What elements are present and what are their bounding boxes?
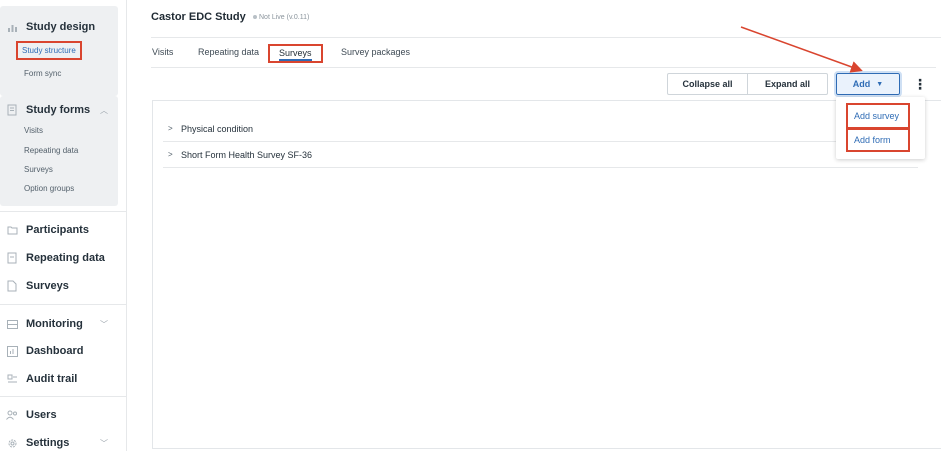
sidebar-subitem-option-groups[interactable]: Option groups bbox=[24, 184, 74, 193]
status-dot-icon bbox=[253, 15, 257, 20]
add-button-label: Add bbox=[852, 79, 871, 89]
sidebar-item-users[interactable]: Users bbox=[0, 404, 118, 426]
gear-icon bbox=[6, 437, 18, 449]
chevron-up-icon[interactable]: ︿ bbox=[100, 105, 108, 116]
sidebar-item-label: Audit trail bbox=[26, 373, 78, 385]
study-design-group: Study design Study structure Form sync bbox=[0, 6, 118, 96]
sidebar-item-repeating-data[interactable]: Repeating data bbox=[0, 247, 118, 269]
document-icon bbox=[6, 280, 18, 292]
folder-icon bbox=[6, 224, 18, 236]
survey-name: Short Form Health Survey SF-36 bbox=[181, 149, 313, 160]
sidebar-item-audit-trail[interactable]: Audit trail bbox=[0, 368, 118, 390]
tab-surveys[interactable]: Surveys bbox=[268, 44, 323, 63]
audit-icon bbox=[6, 373, 18, 385]
sidebar-item-label: Repeating data bbox=[26, 252, 105, 264]
sidebar-item-label: Settings bbox=[26, 437, 70, 449]
sidebar-item-participants[interactable]: Participants bbox=[0, 219, 118, 241]
sidebar-item-label: Study design bbox=[26, 21, 96, 33]
sidebar: Study design Study structure Form sync S… bbox=[0, 0, 127, 451]
bar-chart-icon bbox=[6, 21, 18, 33]
sidebar-item-study-design[interactable]: Study design bbox=[0, 16, 118, 38]
tab-label: Surveys bbox=[279, 48, 312, 61]
users-icon bbox=[6, 409, 18, 421]
sidebar-item-settings[interactable]: Settings ﹀ bbox=[0, 432, 118, 451]
divider bbox=[0, 396, 127, 397]
sidebar-item-label: Participants bbox=[26, 224, 89, 236]
list-item[interactable]: > Physical condition bbox=[163, 116, 918, 142]
sidebar-item-label: Dashboard bbox=[26, 345, 84, 357]
tab-repeating-data[interactable]: Repeating data bbox=[198, 47, 259, 57]
chevron-down-icon[interactable]: ﹀ bbox=[100, 319, 108, 330]
status-badge: Not Live (v.0.11) bbox=[253, 14, 309, 21]
chevron-down-icon: ▼ bbox=[876, 80, 884, 88]
collapse-all-button[interactable]: Collapse all bbox=[667, 73, 748, 95]
study-forms-group: Study forms ︿ Visits Repeating data Surv… bbox=[0, 96, 118, 206]
add-survey-menu-item[interactable]: Add survey bbox=[846, 103, 910, 129]
sidebar-item-label: Study forms bbox=[26, 104, 91, 116]
sidebar-item-monitoring[interactable]: Monitoring ﹀ bbox=[0, 313, 118, 335]
list-item[interactable]: > Short Form Health Survey SF-36 bbox=[163, 142, 918, 168]
divider bbox=[0, 304, 127, 305]
document-icon bbox=[6, 252, 18, 264]
expand-all-button[interactable]: Expand all bbox=[747, 73, 828, 95]
survey-name: Physical condition bbox=[181, 123, 254, 134]
sidebar-item-form-sync[interactable]: Form sync bbox=[24, 69, 61, 78]
more-options-icon[interactable]: ⋮ bbox=[913, 75, 927, 93]
sidebar-item-label: Surveys bbox=[26, 280, 69, 292]
add-dropdown-menu: Add survey Add form bbox=[836, 97, 925, 159]
divider bbox=[0, 211, 127, 212]
sidebar-item-dashboard[interactable]: Dashboard bbox=[0, 340, 118, 362]
chevron-down-icon[interactable]: ﹀ bbox=[100, 438, 108, 449]
status-text: Not Live (v.0.11) bbox=[259, 14, 310, 21]
sidebar-item-label: Monitoring bbox=[26, 318, 83, 330]
chevron-right-icon[interactable]: > bbox=[163, 150, 181, 159]
sidebar-subitem-surveys[interactable]: Surveys bbox=[24, 165, 53, 174]
sidebar-item-study-forms[interactable]: Study forms ︿ bbox=[0, 99, 118, 121]
monitoring-icon bbox=[6, 318, 18, 330]
divider bbox=[151, 67, 936, 68]
sidebar-item-study-structure[interactable]: Study structure bbox=[16, 41, 82, 60]
divider bbox=[151, 37, 941, 38]
sidebar-subitem-visits[interactable]: Visits bbox=[24, 126, 43, 135]
sidebar-subitem-repeating-data[interactable]: Repeating data bbox=[24, 146, 78, 155]
document-icon bbox=[6, 104, 18, 116]
sidebar-item-label: Users bbox=[26, 409, 57, 421]
page-title: Castor EDC Study bbox=[151, 11, 246, 23]
tab-visits[interactable]: Visits bbox=[152, 47, 173, 57]
sidebar-item-surveys[interactable]: Surveys bbox=[0, 275, 118, 297]
add-form-menu-item[interactable]: Add form bbox=[846, 128, 910, 152]
tab-survey-packages[interactable]: Survey packages bbox=[341, 47, 410, 57]
chart-icon bbox=[6, 345, 18, 357]
add-button[interactable]: Add ▼ bbox=[834, 71, 902, 97]
chevron-right-icon[interactable]: > bbox=[163, 124, 181, 133]
